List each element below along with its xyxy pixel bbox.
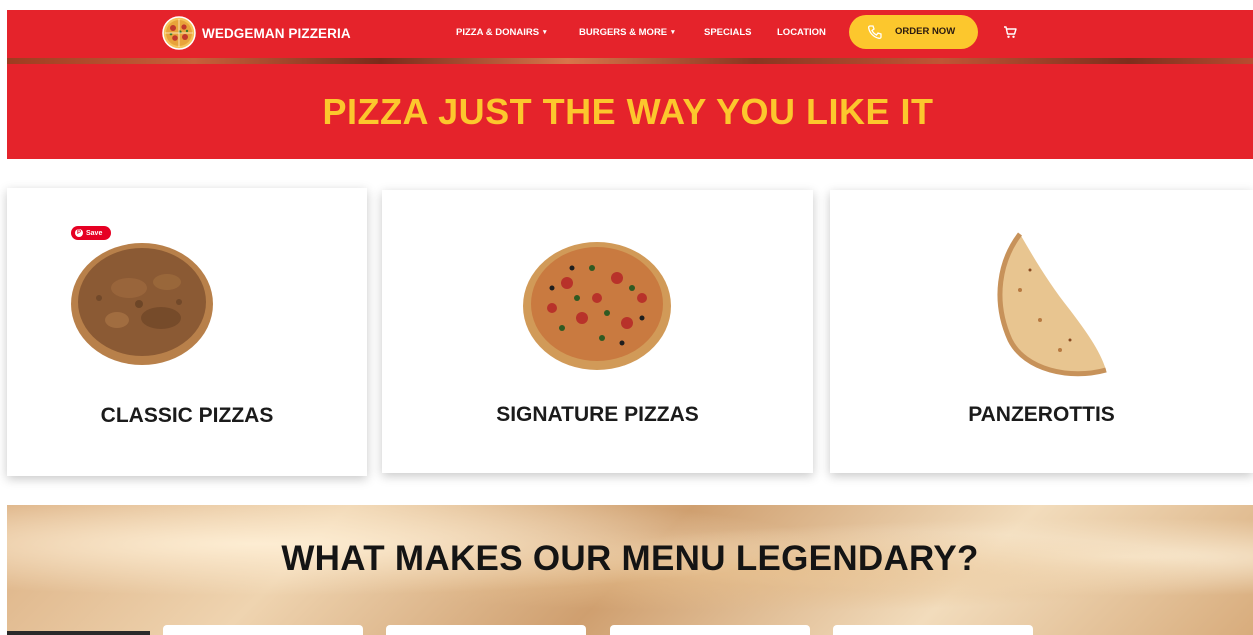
panzerotti-image — [997, 232, 1107, 377]
pizza-logo-icon — [162, 16, 196, 50]
section-title: WHAT MAKES OUR MENU LEGENDARY? — [281, 539, 979, 578]
cart-icon[interactable] — [1002, 24, 1018, 40]
nav-item-label: PIZZA & DONAIRS — [456, 27, 540, 38]
category-title: PANZEROTTIS — [968, 403, 1115, 426]
nav-item-label: BURGERS & MORE — [579, 27, 668, 38]
order-now-button[interactable]: ORDER NOW — [849, 15, 978, 49]
top-navbar: WEDGEMAN PIZZERIA PIZZA & DONAIRS ▾ BURG… — [7, 10, 1253, 58]
signature-pizza-image — [523, 242, 671, 370]
hero-title: PIZZA JUST THE WAY YOU LIKE IT — [322, 90, 934, 132]
phone-icon — [868, 25, 882, 39]
legendary-section: WHAT MAKES OUR MENU LEGENDARY? — [7, 505, 1253, 635]
category-card-panzerottis[interactable]: PANZEROTTIS — [830, 190, 1253, 473]
brand-link[interactable]: WEDGEMAN PIZZERIA — [162, 16, 351, 50]
chevron-down-icon: ▾ — [671, 29, 675, 36]
order-now-label: ORDER NOW — [895, 26, 956, 37]
feature-card — [610, 625, 810, 635]
feature-card — [386, 625, 586, 635]
nav-item-pizza-donairs[interactable]: PIZZA & DONAIRS ▾ — [456, 27, 547, 38]
category-card-classic-pizzas[interactable]: P Save CLASSIC PIZZAS — [7, 188, 367, 476]
hero-banner: PIZZA JUST THE WAY YOU LIKE IT — [7, 64, 1253, 159]
chevron-down-icon: ▾ — [543, 29, 547, 36]
nav-item-location[interactable]: LOCATION — [777, 27, 826, 38]
feature-card — [833, 625, 1033, 635]
nav-item-label: LOCATION — [777, 27, 826, 38]
category-card-signature-pizzas[interactable]: SIGNATURE PIZZAS — [382, 190, 813, 473]
feature-card — [163, 625, 363, 635]
pinterest-save-label: Save — [86, 229, 103, 237]
category-title: CLASSIC PIZZAS — [100, 404, 274, 427]
category-title: SIGNATURE PIZZAS — [496, 403, 699, 426]
brand-name: WEDGEMAN PIZZERIA — [202, 25, 351, 41]
nav-item-label: SPECIALS — [704, 27, 752, 38]
bottom-edge-bar — [7, 631, 150, 635]
nav-item-burgers-more[interactable]: BURGERS & MORE ▾ — [579, 27, 675, 38]
nav-item-specials[interactable]: SPECIALS — [704, 27, 752, 38]
classic-pizza-image — [71, 243, 213, 365]
pinterest-icon: P — [75, 229, 83, 237]
